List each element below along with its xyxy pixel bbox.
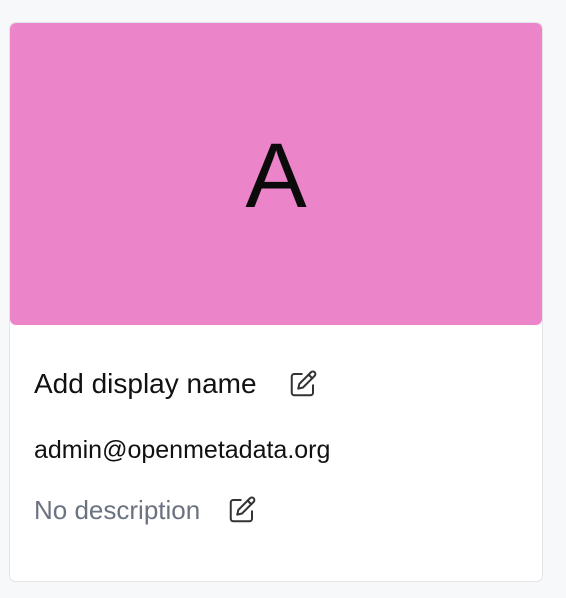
edit-display-name-button[interactable] [287,368,319,400]
edit-description-button[interactable] [226,494,258,526]
display-name: Add display name [34,368,257,399]
email-row: admin@openmetadata.org [34,435,518,465]
edit-icon [229,496,256,523]
display-name-row: Add display name [34,367,518,401]
avatar-letter: A [245,125,307,227]
user-email: admin@openmetadata.org [34,436,331,464]
user-profile-card: A Add display name admin@openmetadata.or… [9,22,543,582]
user-description: No description [34,495,201,525]
edit-icon [290,370,316,397]
description-row: No description [34,493,518,527]
avatar: A [10,23,542,325]
profile-details: Add display name admin@openmetadata.org … [10,367,542,527]
